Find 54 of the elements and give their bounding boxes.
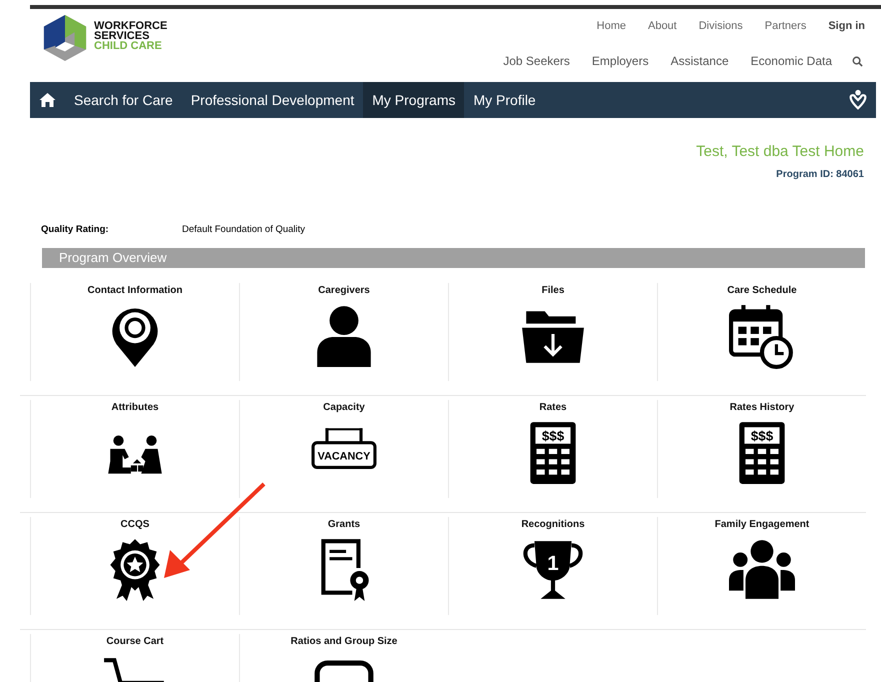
- nav-tab[interactable]: My Programs: [363, 82, 464, 118]
- header-link[interactable]: Divisions: [698, 20, 743, 32]
- program-tile[interactable]: Attributes: [30, 400, 239, 498]
- family-heart-icon[interactable]: [847, 89, 869, 111]
- program-tile[interactable]: Contact Information: [30, 283, 239, 381]
- program-tile[interactable]: Ratios and Group Size: [239, 634, 448, 682]
- tile-label: Recognitions: [521, 518, 585, 530]
- section-header: Program Overview: [42, 248, 865, 268]
- header-link[interactable]: Partners: [764, 20, 806, 32]
- quality-rating-value: Default Foundation of Quality: [182, 224, 306, 236]
- program-tile[interactable]: Caregivers: [239, 283, 448, 381]
- program-tile[interactable]: Grants: [239, 517, 448, 615]
- nav-tab[interactable]: Search for Care: [65, 82, 182, 118]
- tile-label: Family Engagement: [714, 518, 810, 530]
- provider-name: Test, Test dba Test Home: [696, 143, 864, 160]
- program-tile[interactable]: Files: [448, 283, 657, 381]
- tile-label: Rates: [539, 401, 567, 413]
- header-link[interactable]: Employers: [592, 54, 649, 68]
- hexagon-logo-icon: [42, 13, 88, 63]
- tile-label: Caregivers: [318, 284, 370, 296]
- program-tile[interactable]: Recognitions 1: [448, 517, 657, 615]
- tile-label: Attributes: [111, 401, 159, 413]
- header-link[interactable]: About: [648, 20, 677, 32]
- header-link[interactable]: Economic Data: [750, 54, 832, 68]
- tile-label: Files: [542, 284, 564, 296]
- logo-text: SERVICES: [94, 31, 150, 41]
- nav-tab[interactable]: My Profile: [464, 82, 545, 118]
- tile-label: Care Schedule: [727, 284, 797, 296]
- program-tile[interactable]: Care Schedule: [657, 283, 866, 381]
- program-tile[interactable]: Rates $$$: [448, 400, 657, 498]
- calendar-clock-icon: [729, 303, 795, 369]
- tile-label: Capacity: [323, 401, 365, 413]
- header-link[interactable]: Sign in: [828, 20, 865, 32]
- tile-label: Course Cart: [106, 635, 164, 647]
- home-icon[interactable]: [39, 92, 56, 108]
- header-link[interactable]: Home: [596, 20, 626, 32]
- logo-text: WORKFORCE: [94, 21, 168, 31]
- program-tile[interactable]: Capacity VACANCY: [239, 400, 448, 498]
- tile-label: Ratios and Group Size: [290, 635, 398, 647]
- quality-rating-label: Quality Rating:: [41, 224, 110, 236]
- program-tile[interactable]: Family Engagement: [657, 517, 866, 615]
- tile-label: Grants: [328, 518, 360, 530]
- header-link[interactable]: Assistance: [670, 54, 729, 68]
- site-logo[interactable]: WORKFORCE SERVICES CHILD CARE: [42, 9, 168, 82]
- tile-label: Contact Information: [88, 284, 182, 296]
- tile-label: Rates History: [730, 401, 794, 413]
- logo-text: CHILD CARE: [94, 41, 163, 51]
- program-tile[interactable]: Course Cart: [30, 634, 239, 682]
- search-icon[interactable]: [852, 56, 863, 66]
- tile-label: CCQS: [120, 518, 150, 530]
- header-link[interactable]: Job Seekers: [503, 54, 570, 68]
- nav-tab[interactable]: Professional Development: [182, 82, 364, 118]
- program-tile[interactable]: Rates History $$$: [657, 400, 866, 498]
- program-id: Program ID: 84061: [776, 169, 864, 180]
